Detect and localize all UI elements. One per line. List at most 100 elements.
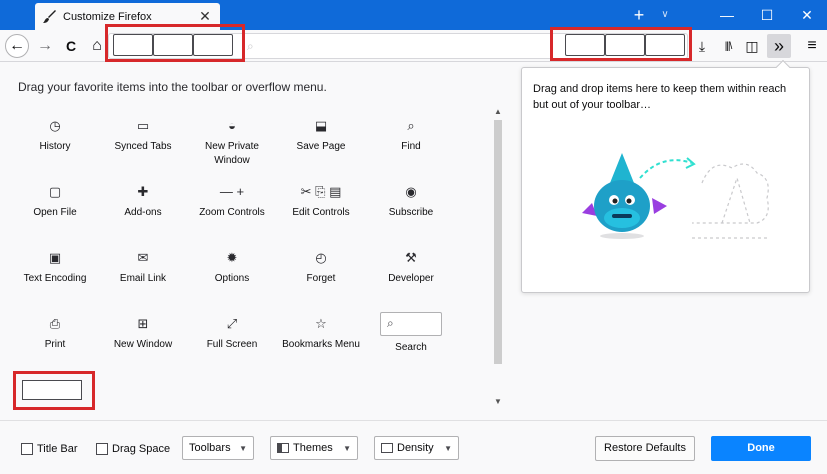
customization-palette: ◷ History ▭ Synced Tabs ◒ New Private Wi… — [10, 108, 490, 408]
checkbox-label: Title Bar — [37, 443, 78, 455]
sidebar-button[interactable]: ◫ — [740, 34, 764, 58]
dropdown-label: Toolbars — [189, 442, 231, 454]
restore-defaults-button[interactable]: Restore Defaults — [595, 436, 695, 461]
item-label: New Private Window — [205, 141, 259, 166]
palette-item-history[interactable]: ◷ History — [10, 118, 100, 154]
palette-item-add-ons[interactable]: ✚ Add-ons — [98, 184, 188, 220]
dragon-illustration — [582, 153, 769, 239]
item-label: Zoom Controls — [199, 207, 265, 218]
open-file-icon: ▢ — [48, 184, 62, 199]
chevron-down-icon: ▼ — [239, 443, 247, 453]
dropdown-label: Density — [397, 442, 434, 454]
palette-item-search-box[interactable]: ⌕ — [380, 312, 442, 336]
themes-icon — [277, 443, 289, 453]
search-icon: ⌕ — [247, 39, 254, 53]
palette-item-new-window[interactable]: ⊞ New Window — [98, 316, 188, 352]
puzzle-icon: ✚ — [137, 184, 149, 199]
library-button[interactable]: |||\ — [716, 34, 740, 58]
overflow-menu-button[interactable]: » — [767, 34, 791, 58]
item-label: Text Encoding — [23, 273, 87, 284]
wrench-icon: ⚒ — [405, 250, 417, 265]
minimize-button[interactable]: — — [707, 0, 747, 30]
item-label: Find — [401, 141, 421, 152]
density-icon — [381, 443, 393, 453]
palette-item-new-private-window[interactable]: ◒ New Private Window — [187, 118, 277, 168]
save-page-icon: ⬓ — [314, 118, 328, 133]
palette-item-synced-tabs[interactable]: ▭ Synced Tabs — [98, 118, 188, 154]
palette-hint: Drag your favorite items into the toolba… — [18, 80, 327, 94]
tab-list-chevron-icon[interactable]: ∨ — [657, 6, 673, 24]
private-mask-icon: ◒ — [228, 118, 236, 133]
overflow-hint: Drag and drop items here to keep them wi… — [533, 83, 787, 111]
back-button[interactable]: ← — [5, 34, 29, 58]
find-icon: ⌕ — [407, 118, 415, 133]
new-tab-button[interactable]: + — [629, 5, 649, 25]
palette-item-email-link[interactable]: ✉ Email Link — [98, 250, 188, 286]
palette-item-open-file[interactable]: ▢ Open File — [10, 184, 100, 220]
gear-icon: ✹ — [226, 250, 238, 265]
customize-footer: Title Bar Drag Space Toolbars ▼ Themes ▼… — [0, 420, 827, 474]
new-window-icon: ⊞ — [137, 316, 149, 331]
highlight-box — [105, 24, 245, 62]
printer-icon: ⎙ — [49, 316, 61, 331]
window-close-button[interactable]: ✕ — [787, 0, 827, 30]
done-button[interactable]: Done — [711, 436, 811, 461]
palette-item-full-screen[interactable]: ⤢ Full Screen — [187, 316, 277, 352]
palette-scrollbar[interactable]: ▲ ▼ — [492, 106, 504, 408]
scroll-down-icon[interactable]: ▼ — [492, 396, 504, 408]
text-encoding-icon: ▣ — [48, 250, 62, 265]
toolbars-dropdown[interactable]: Toolbars ▼ — [182, 436, 254, 460]
tab-close-icon[interactable]: ✕ — [198, 9, 212, 23]
item-label: Edit Controls — [292, 207, 350, 218]
bookmark-star-icon: ☆ — [315, 316, 327, 331]
drag-space-checkbox[interactable]: Drag Space — [96, 443, 170, 455]
search-icon: ⌕ — [387, 316, 394, 330]
palette-item-zoom-controls[interactable]: — + Zoom Controls — [187, 184, 277, 220]
navigation-toolbar: ← → C ⌂ ⌕ ⤓ |||\ ◫ » ≡ — [0, 24, 827, 62]
edit-controls-icon: ✂ ⎘ ▤ — [300, 184, 342, 199]
palette-item-edit-controls[interactable]: ✂ ⎘ ▤ Edit Controls — [276, 184, 366, 220]
palette-item-save-page[interactable]: ⬓ Save Page — [276, 118, 366, 154]
item-label: Print — [44, 339, 66, 350]
density-dropdown[interactable]: Density ▼ — [374, 436, 459, 460]
item-label: History — [39, 141, 71, 152]
scroll-up-icon[interactable]: ▲ — [492, 106, 504, 118]
highlight-box — [13, 371, 95, 410]
panel-arrow — [775, 59, 791, 75]
palette-item-text-encoding[interactable]: ▣ Text Encoding — [10, 250, 100, 286]
hamburger-menu-button[interactable]: ≡ — [800, 34, 824, 58]
search-label: Search — [395, 342, 427, 353]
chevron-down-icon: ▼ — [444, 443, 452, 453]
reload-button[interactable]: C — [59, 34, 83, 58]
item-label: Synced Tabs — [114, 141, 172, 152]
zoom-icon: — + — [219, 184, 245, 199]
download-button[interactable]: ⤓ — [690, 34, 714, 58]
item-label: Developer — [388, 273, 434, 284]
palette-item-subscribe[interactable]: ◉ Subscribe — [366, 184, 456, 220]
palette-item-developer[interactable]: ⚒ Developer — [366, 250, 456, 286]
item-label: Add-ons — [124, 207, 162, 218]
item-label: Forget — [306, 273, 336, 284]
maximize-button[interactable]: ☐ — [747, 0, 787, 30]
email-icon: ✉ — [137, 250, 149, 265]
highlight-box — [550, 27, 692, 61]
checkbox-box[interactable] — [21, 443, 33, 455]
item-label: Email Link — [119, 273, 167, 284]
palette-item-find[interactable]: ⌕ Find — [366, 118, 456, 154]
checkbox-box[interactable] — [96, 443, 108, 455]
palette-item-bookmarks-menu[interactable]: ☆ Bookmarks Menu — [276, 316, 366, 352]
forward-button[interactable]: → — [33, 34, 57, 58]
overflow-panel: Drag and drop items here to keep them wi… — [521, 59, 810, 293]
item-label: Save Page — [296, 141, 346, 152]
palette-item-print[interactable]: ⎙ Print — [10, 316, 100, 352]
themes-dropdown[interactable]: Themes ▼ — [270, 436, 358, 460]
title-bar-checkbox[interactable]: Title Bar — [21, 443, 78, 455]
forget-icon: ◴ — [315, 250, 327, 265]
scroll-thumb[interactable] — [494, 120, 502, 364]
rss-icon: ◉ — [405, 184, 417, 199]
checkbox-label: Drag Space — [112, 443, 171, 455]
expand-icon: ⤢ — [226, 316, 238, 331]
item-label: Subscribe — [388, 207, 434, 218]
palette-item-forget[interactable]: ◴ Forget — [276, 250, 366, 286]
palette-item-options[interactable]: ✹ Options — [187, 250, 277, 286]
